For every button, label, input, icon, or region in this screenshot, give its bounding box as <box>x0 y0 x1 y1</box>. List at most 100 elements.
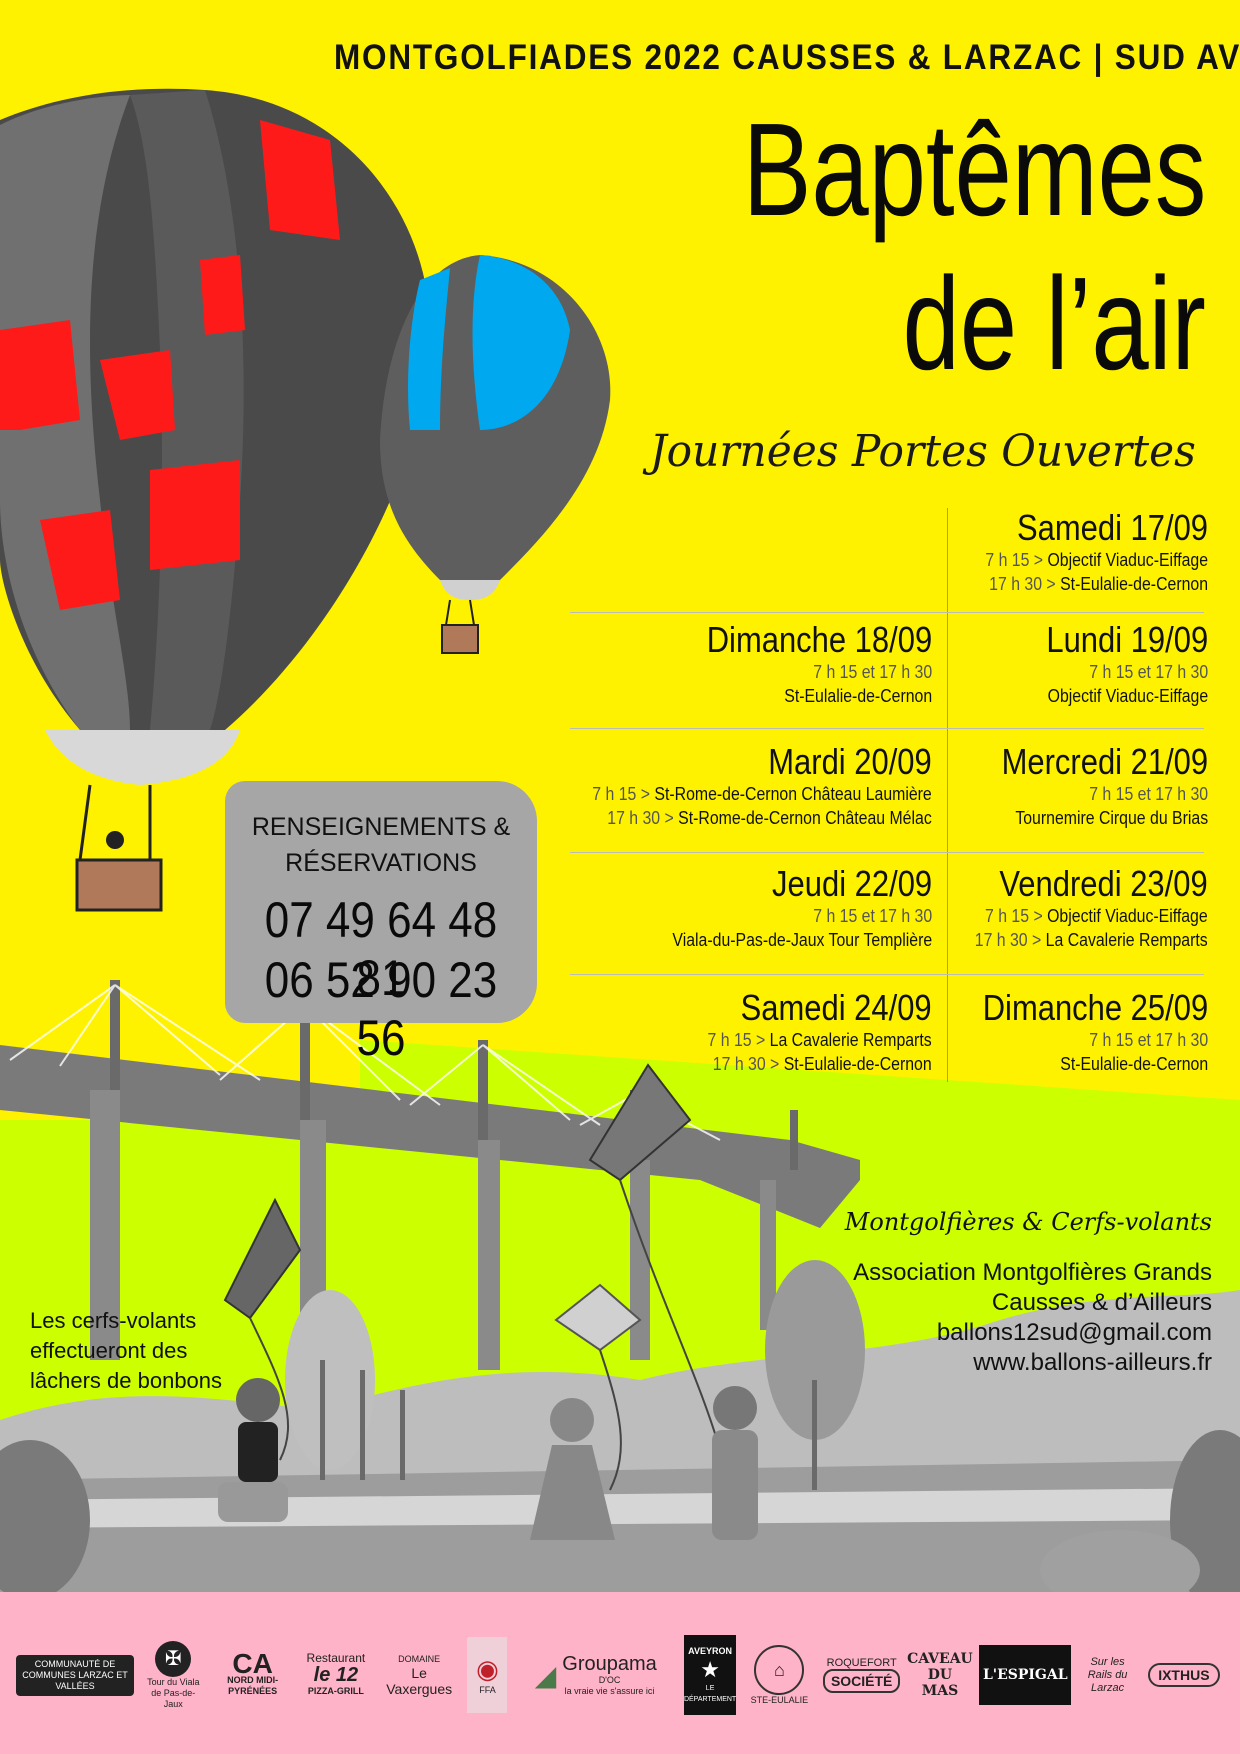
logo-vaxergues: DOMAINE Le Vaxergues <box>379 1654 459 1697</box>
logo-text: DOMAINE <box>398 1653 441 1664</box>
schedule-line: St-Eulalie-de-Cernon <box>701 684 932 708</box>
schedule-day: Lundi 19/09 <box>1046 619 1208 660</box>
logo-ste-eulalie: ⌂ STE-EULALIE <box>744 1644 814 1706</box>
logo-text: PIZZA-GRILL <box>307 1686 364 1696</box>
schedule-row-divider <box>570 974 1204 975</box>
schedule-day: Samedi 24/09 <box>740 987 932 1028</box>
schedule-place: Tournemire Cirque du Brias <box>1015 808 1208 828</box>
logo-communaute: COMMUNAUTÉ DE COMMUNES LARZAC ET VALLÉES <box>16 1654 134 1696</box>
schedule-row-divider <box>570 852 1204 853</box>
village-icon: ⌂ <box>754 1644 805 1695</box>
schedule-line: 7 h 15 et 17 h 30 <box>701 660 932 684</box>
schedule-line: 7 h 15 > St-Rome-de-Cernon Château Laumi… <box>593 782 932 806</box>
kites-note-line: Les cerfs-volants <box>30 1308 197 1333</box>
schedule-line: 7 h 15 et 17 h 30 <box>997 782 1208 806</box>
schedule-time: 17 h 30 > <box>607 808 675 828</box>
logo-text: L'ESPIGAL <box>982 1667 1068 1683</box>
small-balloon <box>380 255 611 654</box>
association-name-line1: Association Montgolfières Grands <box>853 1259 1212 1286</box>
schedule-line: 7 h 15 et 17 h 30 <box>1042 660 1208 684</box>
groupama-icon: ◢ <box>534 1659 557 1691</box>
reservation-label-line2: RÉSERVATIONS <box>285 849 477 877</box>
reservation-box: RENSEIGNEMENTS & RÉSERVATIONS 07 49 64 4… <box>225 781 537 1066</box>
logo-text: Restaurant <box>306 1651 366 1665</box>
association-email[interactable]: ballons12sud@gmail.com <box>853 1318 1212 1348</box>
logo-text: le 12 <box>313 1664 359 1686</box>
logo-text: IXTHUS <box>1148 1663 1220 1687</box>
logo-text: COMMUNAUTÉ DE COMMUNES LARZAC ET VALLÉES <box>22 1658 128 1691</box>
schedule-place: St-Eulalie-de-Cernon <box>784 1054 932 1074</box>
association-website[interactable]: www.ballons-ailleurs.fr <box>853 1348 1212 1378</box>
schedule-entry: Dimanche 18/09 7 h 15 et 17 h 30 St-Eula… <box>670 620 932 708</box>
schedule-line: 17 h 30 > St-Eulalie-de-Cernon <box>708 1052 932 1076</box>
poster: MONTGOLFIADES 2022 CAUSSES & LARZAC | SU… <box>0 0 1240 1754</box>
schedule-time: 7 h 15 et 17 h 30 <box>1089 662 1208 682</box>
logo-text: Groupama <box>562 1653 657 1675</box>
reservation-label-line1: RENSEIGNEMENTS & <box>251 813 511 841</box>
schedule-entry: Dimanche 25/09 7 h 15 et 17 h 30 St-Eula… <box>946 988 1208 1076</box>
logo-text: CA <box>232 1648 273 1679</box>
schedule-line: 7 h 15 et 17 h 30 <box>977 1028 1208 1052</box>
schedule-place: Objectif Viaduc-Eiffage <box>1047 906 1208 926</box>
cross-icon: ✠ <box>155 1640 192 1677</box>
logo-ixthus: IXTHUS <box>1144 1663 1224 1687</box>
association-name-line2: Causses & d’Ailleurs <box>991 1289 1212 1316</box>
schedule-line: 7 h 15 > La Cavalerie Remparts <box>708 1028 932 1052</box>
schedule-line: Tournemire Cirque du Brias <box>997 806 1208 830</box>
schedule-entry: Mardi 20/09 7 h 15 > St-Rome-de-Cernon C… <box>546 742 932 830</box>
logo-lespigal: L'ESPIGAL <box>979 1645 1072 1705</box>
schedule-line: 17 h 30 > St-Rome-de-Cernon Château Méla… <box>593 806 932 830</box>
sponsor-logos: COMMUNAUTÉ DE COMMUNES LARZAC ET VALLÉES… <box>16 1632 1224 1718</box>
logo-text: STE-EULALIE <box>750 1694 809 1705</box>
schedule-place: St-Eulalie-de-Cernon <box>784 686 932 706</box>
schedule-line: 7 h 15 > Objectif Viaduc-Eiffage <box>975 904 1208 928</box>
logo-text: la vraie vie s'assure ici <box>564 1686 655 1696</box>
schedule-entry: Samedi 17/09 7 h 15 > Objectif Viaduc-Ei… <box>955 508 1208 596</box>
schedule-entry: Vendredi 23/09 7 h 15 > Objectif Viaduc-… <box>943 864 1208 952</box>
logo-text: ROQUEFORT <box>826 1656 897 1669</box>
schedule-line: 17 h 30 > St-Eulalie-de-Cernon <box>985 572 1208 596</box>
schedule-place: St-Rome-de-Cernon Château Mélac <box>678 808 932 828</box>
association-tagline: Montgolfières & Cerfs-volants <box>844 1208 1212 1236</box>
schedule-time: 7 h 15 > <box>985 550 1044 570</box>
logo-roquefort-societe: ROQUEFORT SOCIÉTÉ <box>822 1656 901 1693</box>
schedule-day: Dimanche 18/09 <box>706 619 932 660</box>
schedule-time: 7 h 15 et 17 h 30 <box>813 906 932 926</box>
logo-aveyron: AVEYRON ★ LE DÉPARTEMENT <box>684 1635 736 1715</box>
schedule-place: Objectif Viaduc-Eiffage <box>1047 686 1208 706</box>
schedule-place: St-Eulalie-de-Cernon <box>1060 574 1208 594</box>
schedule-entry: Mercredi 21/09 7 h 15 et 17 h 30 Tournem… <box>968 742 1208 830</box>
schedule-line: St-Eulalie-de-Cernon <box>977 1052 1208 1076</box>
logo-sur-les-rails: Sur les Rails du Larzac <box>1080 1656 1136 1695</box>
logo-text: NORD MIDI-PYRÉNÉES <box>227 1675 279 1696</box>
schedule-time: 17 h 30 > <box>975 930 1042 950</box>
logo-text: Le Vaxergues <box>386 1664 453 1697</box>
schedule-day: Dimanche 25/09 <box>982 987 1208 1028</box>
schedule-row-divider <box>570 612 1204 613</box>
kites-note: Les cerfs-volants effectueront des lâche… <box>30 1306 222 1396</box>
schedule-day: Jeudi 22/09 <box>771 863 932 904</box>
schedule-time: 7 h 15 et 17 h 30 <box>1089 1030 1208 1050</box>
schedule-place: St-Rome-de-Cernon Château Laumière <box>654 784 932 804</box>
schedule-day: Samedi 17/09 <box>1016 507 1208 548</box>
phone-number[interactable]: 06 52 90 23 56 <box>244 951 519 1067</box>
schedule-entry: Lundi 19/09 7 h 15 et 17 h 30 Objectif V… <box>1020 620 1208 708</box>
kites-note-line: lâchers de bonbons <box>30 1368 223 1393</box>
schedule-time: 7 h 15 > <box>592 784 651 804</box>
schedule-entry: Samedi 24/09 7 h 15 > La Cavalerie Rempa… <box>677 988 932 1076</box>
schedule-place: La Cavalerie Remparts <box>1046 930 1208 950</box>
schedule-time: 7 h 15 et 17 h 30 <box>813 662 932 682</box>
schedule-time: 7 h 15 et 17 h 30 <box>1089 784 1208 804</box>
schedule-entry: Jeudi 22/09 7 h 15 et 17 h 30 Viala-du-P… <box>637 864 932 952</box>
logo-text: SOCIÉTÉ <box>822 1668 901 1693</box>
logo-text: Sur les Rails du Larzac <box>1087 1655 1128 1694</box>
schedule-time: 7 h 15 > <box>985 906 1044 926</box>
schedule-day: Vendredi 23/09 <box>999 863 1208 904</box>
schedule-line: Viala-du-Pas-de-Jaux Tour Templière <box>672 928 932 952</box>
event-topline: MONTGOLFIADES 2022 CAUSSES & LARZAC | SU… <box>334 38 1240 77</box>
logo-text: Tour du Viala de Pas-de-Jaux <box>147 1676 200 1709</box>
logo-text: CAVEAU DU MAS <box>907 1651 973 1699</box>
aveyron-icon: ★ <box>700 1656 720 1682</box>
schedule-place: Objectif Viaduc-Eiffage <box>1047 550 1208 570</box>
schedule-line: 17 h 30 > La Cavalerie Remparts <box>975 928 1208 952</box>
